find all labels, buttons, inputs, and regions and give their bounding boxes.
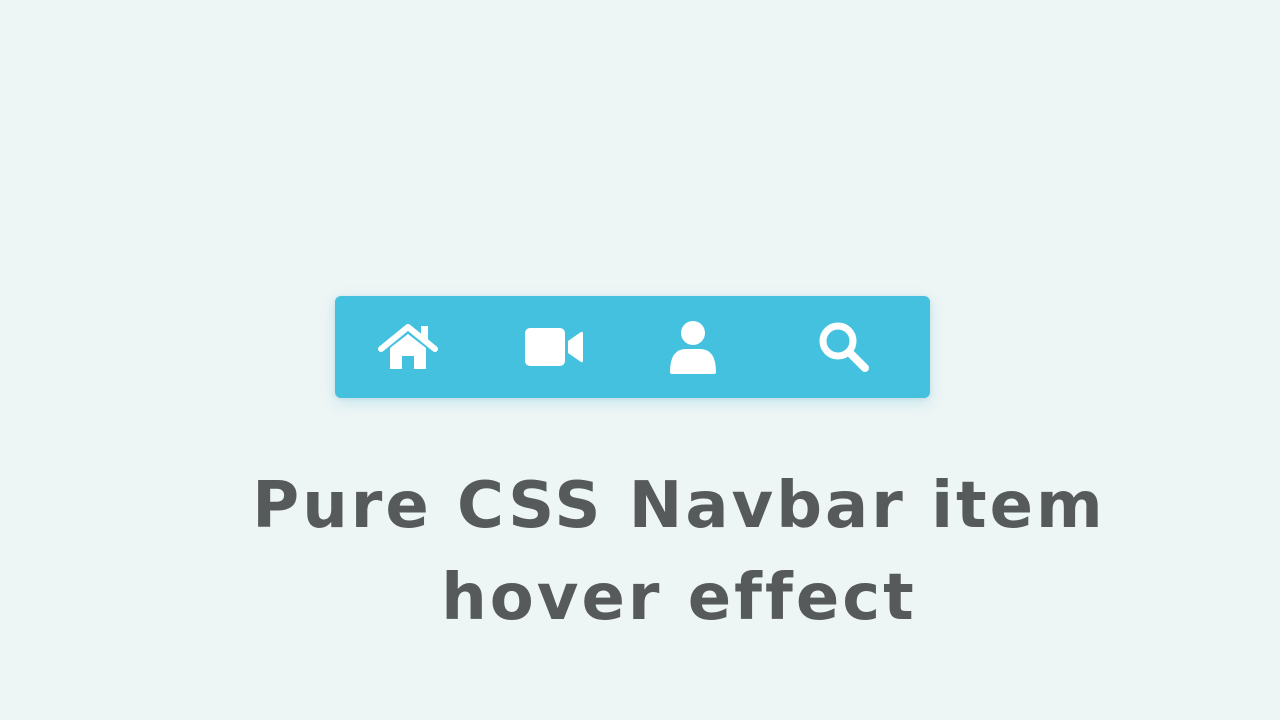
- video-camera-icon: [524, 325, 584, 369]
- search-icon: [816, 320, 872, 374]
- home-icon: [378, 322, 438, 372]
- navbar: [335, 296, 930, 398]
- title-container: Pure CSS Navbar item hover effect: [0, 460, 1280, 644]
- page-title-line-2: hover effect: [441, 561, 917, 635]
- nav-item-user[interactable]: [653, 312, 733, 382]
- user-icon: [668, 320, 718, 374]
- nav-item-search[interactable]: [804, 312, 884, 382]
- page-title: Pure CSS Navbar item hover effect: [0, 460, 1280, 644]
- nav-item-video[interactable]: [514, 312, 594, 382]
- nav-item-home[interactable]: [368, 312, 448, 382]
- page-title-line-1: Pure CSS Navbar item: [252, 469, 1106, 543]
